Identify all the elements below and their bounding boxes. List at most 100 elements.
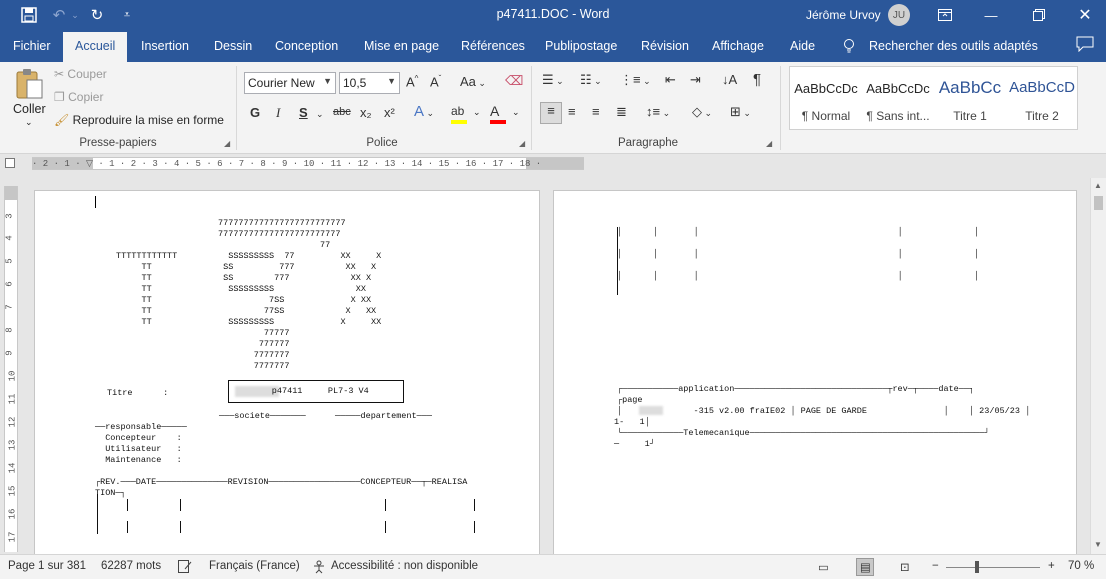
style-heading-2[interactable]: AaBbCcD Titre 2	[1006, 67, 1078, 129]
table-rule	[180, 521, 181, 533]
multilevel-list-icon[interactable]: ⋮≡ ⌄	[620, 72, 651, 88]
styles-gallery: AaBbCcDc ¶ Normal AaBbCcDc ¶ Sans int...…	[789, 66, 1078, 130]
ribbon: Coller ⌄ ✂ Couper ❐ Copier 🖌 Reproduire …	[0, 62, 1106, 154]
page-count[interactable]: Page 1 sur 381	[8, 560, 86, 572]
highlight-color-button[interactable]: ab ⌄	[451, 104, 481, 124]
paste-icon[interactable]	[14, 68, 44, 103]
avatar[interactable]: JU	[888, 4, 910, 26]
subscript-button[interactable]: x₂	[360, 105, 372, 120]
user-name[interactable]: Jérôme Urvoy	[806, 8, 881, 22]
chevron-down-icon: ▼	[323, 76, 332, 86]
tab-references[interactable]: Références	[461, 39, 525, 53]
clear-formatting-icon[interactable]: ⌫	[505, 73, 523, 89]
cut-label: Couper	[67, 67, 107, 81]
ribbon-display-options-icon[interactable]	[922, 0, 968, 30]
minimize-button[interactable]: —	[968, 0, 1014, 30]
word-count[interactable]: 62287 mots	[101, 560, 161, 572]
tab-review[interactable]: Révision	[641, 39, 689, 53]
shrink-font-icon[interactable]: Aˇ	[430, 74, 441, 89]
proofing-icon[interactable]	[178, 560, 192, 576]
increase-indent-icon[interactable]: ⇥	[690, 72, 701, 88]
focus-mode-icon[interactable]: ▭	[818, 560, 829, 574]
comments-icon[interactable]	[1076, 36, 1094, 55]
align-center-icon[interactable]: ≡	[568, 104, 576, 119]
paste-button[interactable]: Coller	[13, 102, 46, 116]
font-name-select[interactable]: Courier New ▼	[244, 72, 336, 94]
change-case-button[interactable]: Aa ⌄	[460, 74, 486, 89]
strikethrough-button[interactable]: abc	[333, 106, 351, 118]
document-area[interactable]: 7777777777777777777777777 77777777777777…	[20, 172, 1090, 554]
style-no-spacing[interactable]: AaBbCcDc ¶ Sans int...	[862, 67, 934, 129]
tab-file[interactable]: Fichier	[13, 39, 51, 53]
page-label: ┌page	[617, 395, 643, 405]
responsable-header: ──responsable─────	[95, 422, 187, 432]
text-cursor	[95, 196, 96, 208]
show-formatting-marks-icon[interactable]: ¶	[753, 71, 761, 88]
italic-button[interactable]: I	[276, 105, 280, 121]
superscript-button[interactable]: x²	[384, 105, 395, 120]
font-launcher-icon[interactable]: ◢	[519, 139, 525, 148]
accessibility-status[interactable]: Accessibilité : non disponible	[331, 560, 478, 572]
text-effects-icon[interactable]: A ⌄	[414, 103, 434, 120]
vertical-scrollbar[interactable]: ▲ ▼	[1090, 178, 1106, 554]
scroll-down-icon[interactable]: ▼	[1094, 540, 1102, 549]
page-2[interactable]: │ │ │ │ │ │ │ │ │ │ │ │ │ │ │ ┌─────────…	[553, 190, 1077, 554]
zoom-in-icon[interactable]: +	[1048, 560, 1055, 572]
underline-dropdown-icon[interactable]: ⌄	[316, 109, 324, 120]
clipboard-launcher-icon[interactable]: ◢	[224, 139, 230, 148]
font-color-button[interactable]: A ⌄	[490, 103, 520, 124]
search-tools-input[interactable]: Rechercher des outils adaptés	[869, 39, 1038, 53]
tab-view[interactable]: Affichage	[712, 39, 764, 53]
maximize-button[interactable]	[1016, 0, 1062, 30]
style-normal[interactable]: AaBbCcDc ¶ Normal	[790, 67, 862, 129]
scroll-up-icon[interactable]: ▲	[1094, 181, 1102, 190]
page-number-cell: 1- 1│	[614, 417, 650, 427]
vertical-ruler[interactable]: 3 4 5 6 7 8 9 10 11 12 13 14 15 16 17	[4, 186, 18, 552]
tab-home[interactable]: Accueil	[63, 32, 128, 62]
page-1[interactable]: 7777777777777777777777777 77777777777777…	[34, 190, 540, 554]
shading-icon[interactable]: ◇ ⌄	[692, 104, 712, 120]
table-rule	[127, 521, 128, 533]
copy-button[interactable]: ❐ Copier	[54, 90, 103, 104]
justify-icon[interactable]: ≣	[616, 104, 627, 120]
style-heading-1[interactable]: AaBbCc Titre 1	[934, 67, 1006, 129]
tab-mailings[interactable]: Publipostage	[545, 39, 617, 53]
tab-selector-icon[interactable]	[5, 158, 15, 168]
tab-design[interactable]: Conception	[275, 39, 338, 53]
ruler-area: · 2 · 1 · ▽ · 1 · 2 · 3 · 4 · 5 · 6 · 7 …	[0, 155, 1106, 172]
tab-help[interactable]: Aide	[790, 39, 815, 53]
close-button[interactable]: ✕	[1062, 0, 1106, 30]
align-left-icon[interactable]: ≡	[540, 102, 562, 124]
scrollbar-thumb[interactable]	[1094, 196, 1103, 210]
language[interactable]: Français (France)	[209, 560, 300, 572]
numbering-icon[interactable]: ☷ ⌄	[580, 72, 602, 88]
underline-button[interactable]: S	[299, 105, 308, 120]
line-spacing-icon[interactable]: ↕≡ ⌄	[646, 104, 670, 119]
tab-insert[interactable]: Insertion	[141, 39, 189, 53]
zoom-slider-thumb[interactable]	[975, 561, 979, 573]
print-layout-icon[interactable]: ▤	[856, 558, 874, 576]
format-painter-button[interactable]: 🖌 Reproduire la mise en forme	[54, 113, 224, 127]
horizontal-ruler[interactable]: · 2 · 1 · ▽ · 1 · 2 · 3 · 4 · 5 · 6 · 7 …	[32, 157, 584, 170]
zoom-out-icon[interactable]: −	[932, 560, 939, 572]
web-layout-icon[interactable]: ⊡	[900, 560, 910, 574]
paragraph-launcher-icon[interactable]: ◢	[766, 139, 772, 148]
accessibility-icon[interactable]	[312, 560, 327, 577]
cut-button[interactable]: ✂ Couper	[54, 67, 107, 81]
bold-button[interactable]: G	[250, 105, 260, 120]
grow-font-icon[interactable]: A^	[406, 74, 418, 89]
decrease-indent-icon[interactable]: ⇤	[665, 72, 676, 88]
font-size-select[interactable]: 10,5 ▼	[339, 72, 400, 94]
sort-icon[interactable]: ↓A	[722, 72, 737, 87]
align-right-icon[interactable]: ≡	[592, 104, 600, 119]
tab-draw[interactable]: Dessin	[214, 39, 252, 53]
style-preview: AaBbCcDc	[794, 81, 858, 96]
bullets-icon[interactable]: ☰ ⌄	[542, 72, 564, 88]
zoom-slider[interactable]	[946, 567, 1040, 568]
paste-dropdown-icon[interactable]: ⌄	[25, 117, 33, 128]
zoom-level[interactable]: 70 %	[1068, 560, 1094, 572]
tab-layout[interactable]: Mise en page	[364, 39, 439, 53]
borders-icon[interactable]: ⊞ ⌄	[730, 104, 751, 120]
titre-value: p47411 PL7-3 V4	[231, 386, 369, 396]
vruler-tick: 17	[7, 531, 18, 543]
